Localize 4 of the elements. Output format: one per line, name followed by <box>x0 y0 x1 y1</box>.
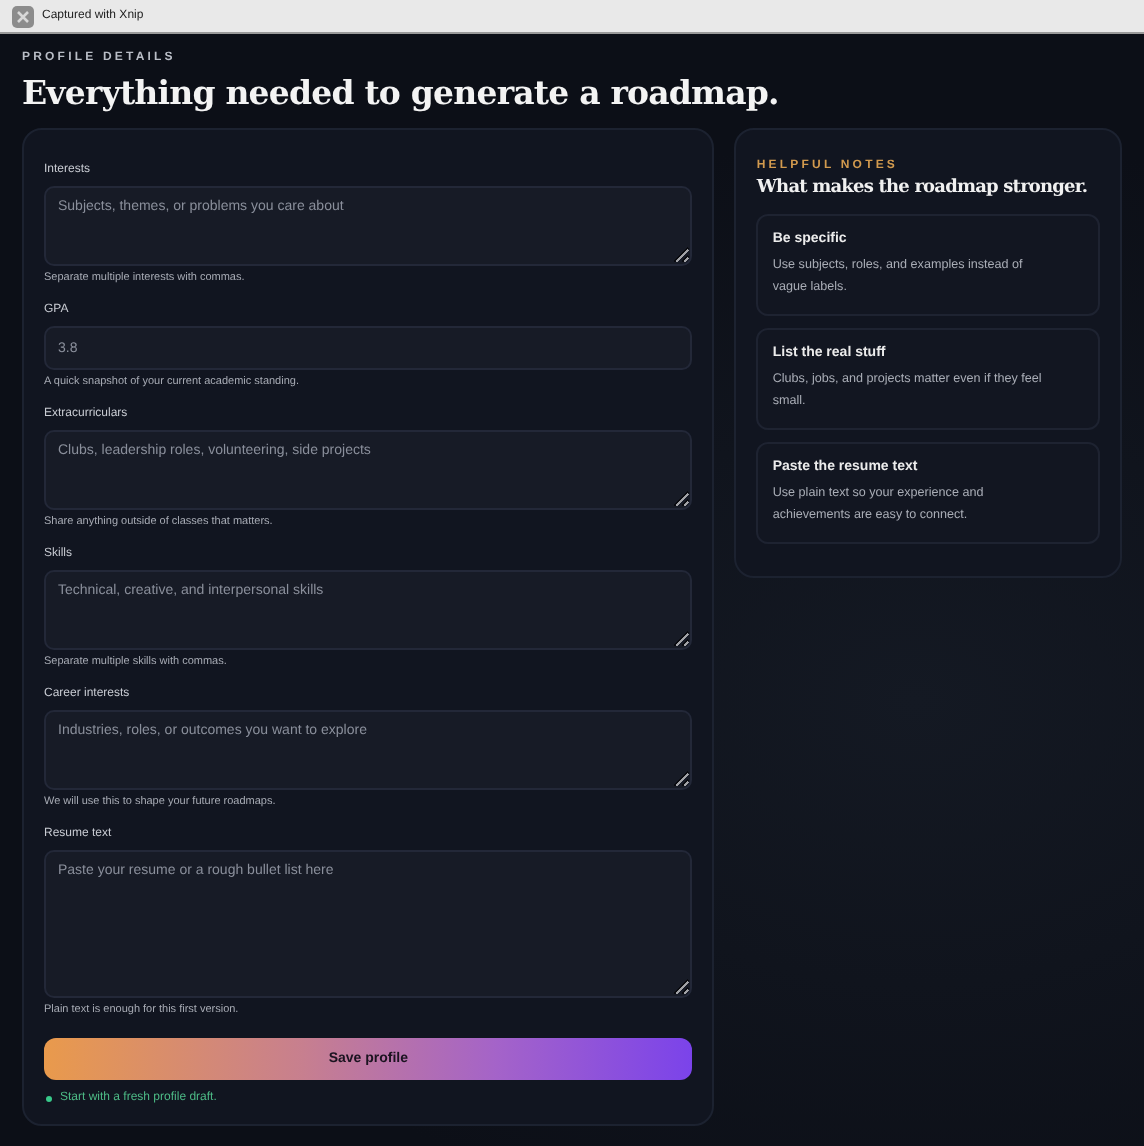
notes-title: What makes the roadmap stronger. <box>756 176 1090 202</box>
page-title: Everything needed to generate a roadmap. <box>22 72 781 116</box>
status-dot <box>46 1095 52 1101</box>
app-icon <box>12 5 34 27</box>
